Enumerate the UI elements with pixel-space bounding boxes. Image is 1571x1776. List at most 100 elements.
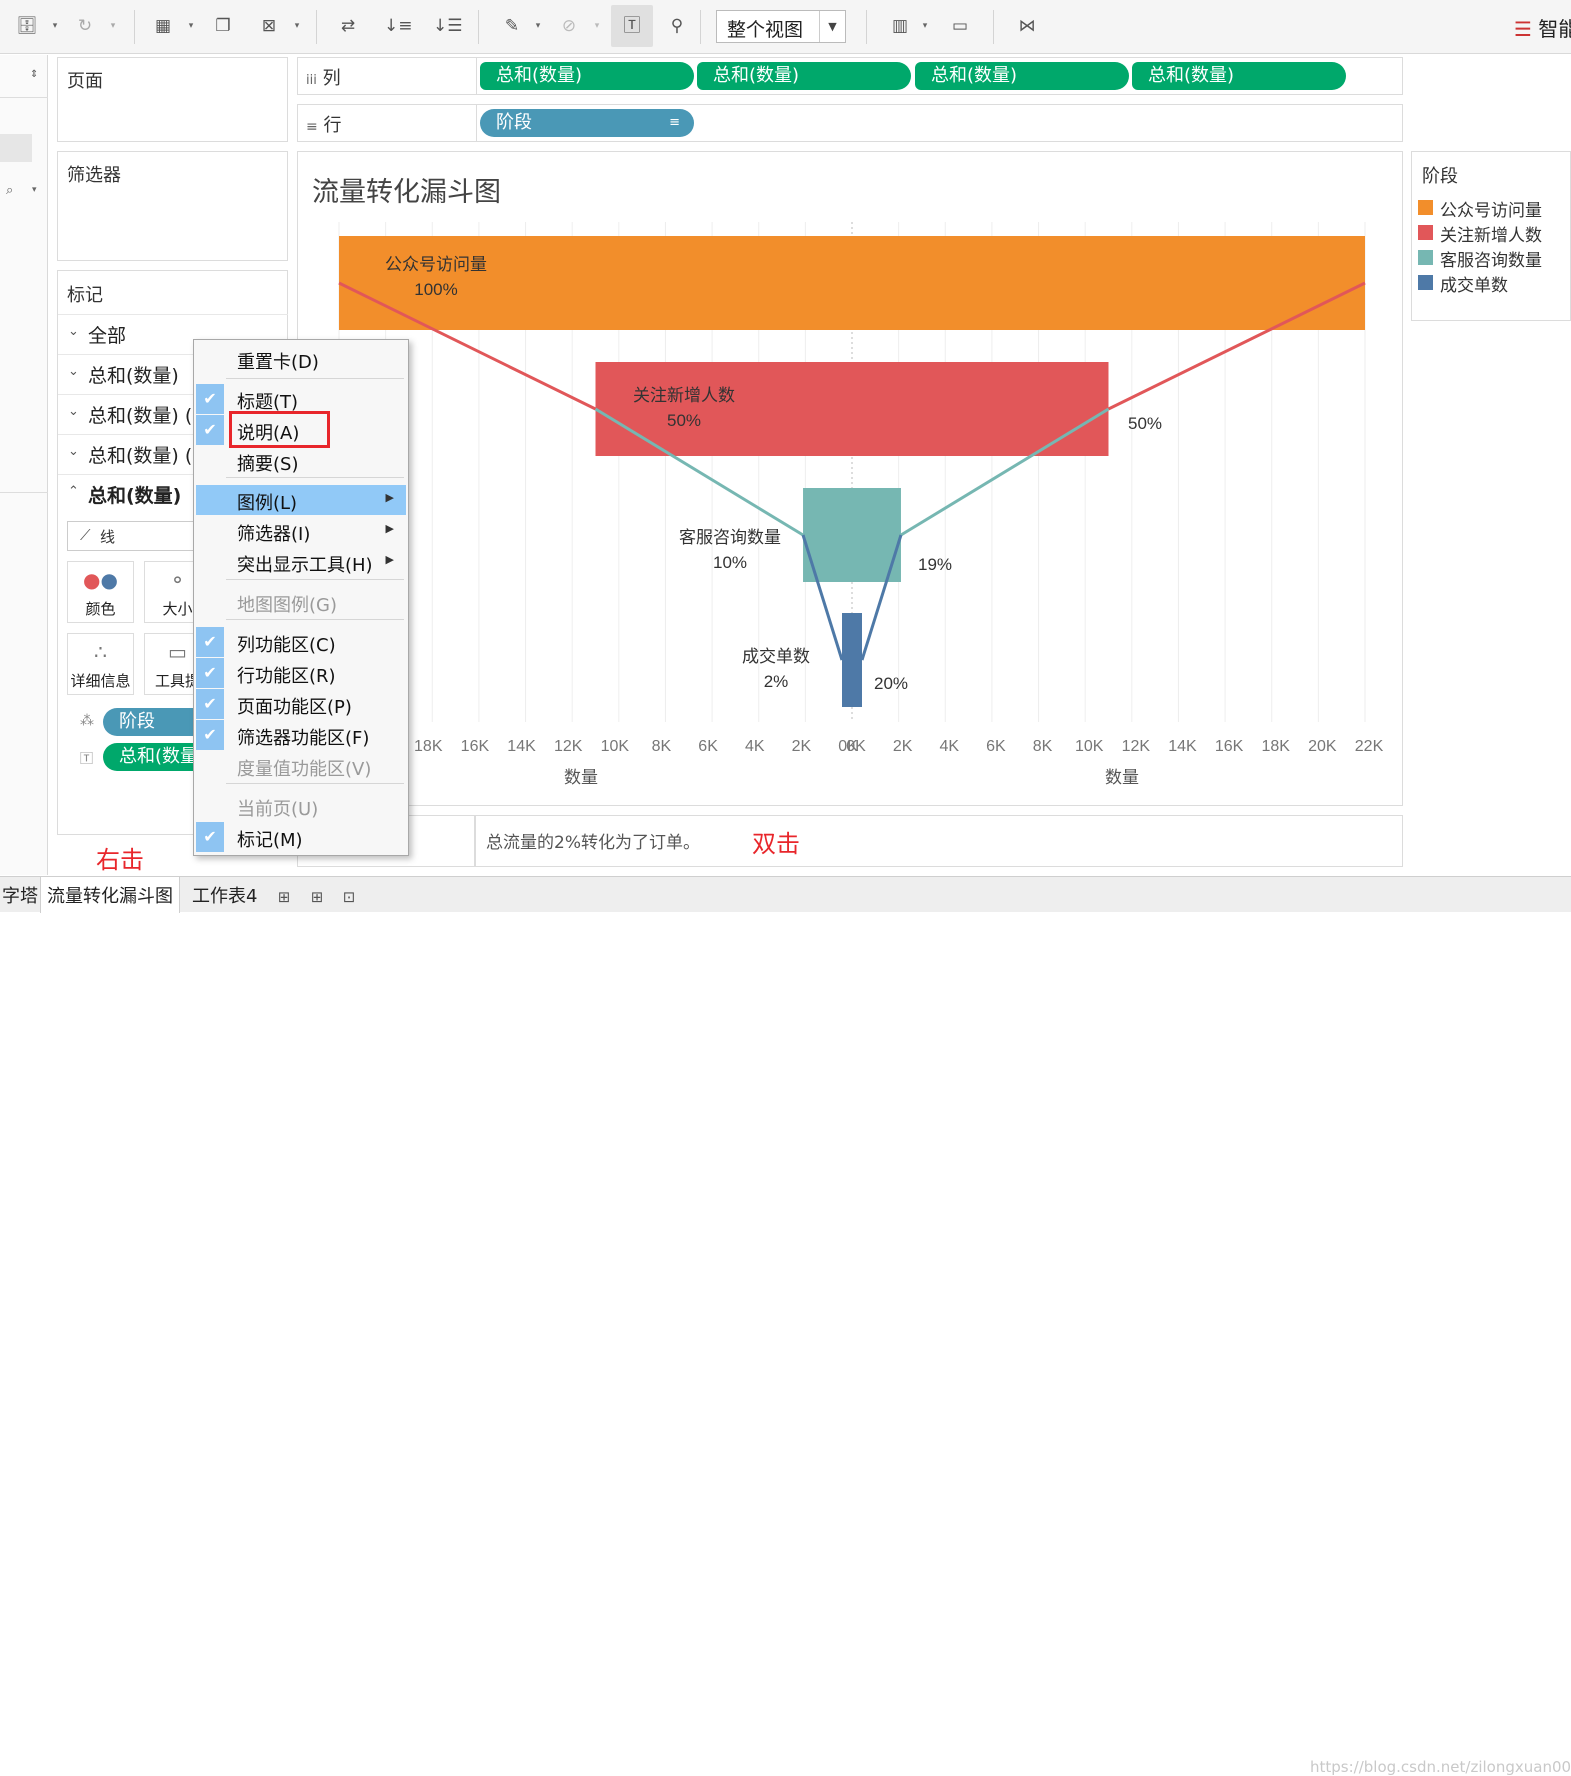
sheet-tab-active[interactable]: 流量转化漏斗图 <box>40 877 180 913</box>
toolbar: 🗄 ▾ ↻ ▾ ▦ ▾ ❐ ⊠ ▾ ⇄ ↓≡ ↓☰ ✎ ▾ ⊘ ▾ 🅃 ⚲ 整个… <box>0 0 1571 54</box>
context-menu-item: 度量值功能区(V) <box>196 751 406 781</box>
right-axis-tick: 22K <box>1355 738 1384 755</box>
sheet-tab[interactable]: 工作表4 <box>186 877 263 913</box>
share-icon[interactable]: ⋈ <box>1014 13 1040 39</box>
right-axis-tick: 6K <box>986 738 1006 755</box>
columns-pill[interactable]: 总和(数量) <box>697 62 911 90</box>
divider <box>476 105 477 141</box>
rows-shelf: ≡ 行 阶段 ≡ <box>297 104 1403 142</box>
context-menu-item[interactable]: ✔ 行功能区(R) <box>196 658 406 688</box>
context-menu-item[interactable]: 突出显示工具(H) ▶ <box>196 547 406 577</box>
context-menu-item[interactable]: 筛选器(I) ▶ <box>196 516 406 546</box>
presentation-icon[interactable]: ▭ <box>947 13 973 39</box>
rows-label: 行 <box>323 115 342 136</box>
new-worksheet-icon[interactable]: ▦ <box>150 13 176 39</box>
caption-card[interactable]: 总流量的2%转化为了订单。 <box>475 815 1403 867</box>
search-icon[interactable]: ⌕ <box>6 183 13 198</box>
data-source-item[interactable] <box>0 134 32 162</box>
funnel-chart: 公众号访问量 100% 关注新增人数 50% 客服咨询数量 10% 成交单数 2% 50% 19%… <box>338 222 1384 788</box>
columns-pill[interactable]: 总和(数量) <box>915 62 1129 90</box>
duplicate-icon[interactable]: ❐ <box>210 13 236 39</box>
checkmark-icon: ✔ <box>196 720 224 750</box>
datasource-icon[interactable]: 🗄 <box>14 13 40 39</box>
context-menu-item[interactable]: ✔ 页面功能区(P) <box>196 689 406 719</box>
sort-desc-icon[interactable]: ↓☰ <box>433 13 462 39</box>
smart-label: 智能 <box>1538 17 1571 41</box>
submenu-arrow-icon: ▶ <box>385 491 394 504</box>
right-axis-tick: 0K <box>846 738 866 755</box>
context-menu-item[interactable]: ✔ 标记(M) <box>196 822 406 852</box>
legend-label: 公众号访问量 <box>1440 201 1542 221</box>
menu-item-label: 页面功能区(P) <box>237 697 352 718</box>
sort-asc-icon[interactable]: ↓≡ <box>384 13 413 39</box>
label-icon[interactable]: 🅃 <box>611 5 653 47</box>
new-worksheet-caret-icon[interactable]: ▾ <box>186 13 196 39</box>
mark-type-dropdown[interactable]: ⟋ 线 <box>67 521 207 551</box>
detail-button[interactable]: ∴ 详细信息 <box>67 633 134 695</box>
submenu-arrow-icon: ▶ <box>385 553 394 566</box>
rows-pill[interactable]: 阶段 ≡ <box>480 109 694 137</box>
clear-sheet-caret-icon[interactable]: ▾ <box>292 13 302 39</box>
context-menu-item[interactable]: ✔ 列功能区(C) <box>196 627 406 657</box>
pages-card[interactable]: 页面 <box>57 57 288 142</box>
left-axis-tick: 12K <box>554 738 583 755</box>
columns-pill[interactable]: 总和(数量) <box>480 62 694 90</box>
menu-item-label: 摘要(S) <box>237 454 299 475</box>
label-field-icon: 🅃 <box>80 752 94 767</box>
context-menu-item[interactable]: ✔ 标题(T) <box>196 384 406 414</box>
refresh-caret-icon[interactable]: ▾ <box>108 13 118 39</box>
columns-pill[interactable]: 总和(数量) <box>1132 62 1346 90</box>
new-story-icon[interactable]: ⊡ <box>337 885 361 909</box>
menu-item-label: 行功能区(R) <box>237 666 336 687</box>
highlight-caret-icon[interactable]: ▾ <box>533 13 543 39</box>
check-placeholder <box>196 344 224 374</box>
show-me-icon[interactable]: ▥ <box>887 13 913 39</box>
chevron-up-icon: ⌃ <box>68 484 79 499</box>
check-placeholder <box>196 516 224 546</box>
new-dashboard-icon[interactable]: ⊞ <box>305 885 329 909</box>
filters-card[interactable]: 筛选器 <box>57 151 288 261</box>
pill-label: 总和(数量) <box>931 65 1018 86</box>
context-menu-item[interactable]: 摘要(S) <box>196 446 406 476</box>
left-axis-tick: 10K <box>601 738 630 755</box>
toolbar-separator <box>134 10 135 44</box>
menu-item-label: 筛选器(I) <box>237 524 311 545</box>
view-size-dropdown[interactable]: 整个视图 ▼ <box>716 10 846 43</box>
stage-pct-previous: 20% <box>874 674 908 693</box>
legend-label: 客服咨询数量 <box>1440 251 1542 271</box>
right-axis-tick: 2K <box>893 738 913 755</box>
right-axis-tick: 12K <box>1122 738 1151 755</box>
legend-swatch <box>1418 200 1433 215</box>
smart-recommendations-button[interactable]: ☰ 智能 <box>1514 13 1571 42</box>
left-axis-tick: 18K <box>414 738 443 755</box>
marks-row-label: 总和(数量) ( <box>88 445 193 467</box>
collapse-icon[interactable]: ⇕ <box>30 69 38 80</box>
pin-icon[interactable]: ⚲ <box>664 13 690 39</box>
show-me-caret-icon[interactable]: ▾ <box>920 13 930 39</box>
toolbar-separator <box>316 10 317 44</box>
context-menu-item[interactable]: 重置卡(D) <box>196 344 406 374</box>
group-caret-icon[interactable]: ▾ <box>592 13 602 39</box>
clear-sheet-icon[interactable]: ⊠ <box>256 13 282 39</box>
highlight-icon[interactable]: ✎ <box>499 13 525 39</box>
datasource-caret-icon[interactable]: ▾ <box>50 13 60 39</box>
refresh-icon[interactable]: ↻ <box>72 13 98 39</box>
context-menu-item[interactable]: ✔ 筛选器功能区(F) <box>196 720 406 750</box>
legend-swatch <box>1418 250 1433 265</box>
rows-icon: ≡ <box>306 119 318 135</box>
chevron-down-icon[interactable]: ▾ <box>32 185 37 195</box>
funnel-bar <box>595 362 1109 456</box>
columns-icon: iii <box>306 73 317 88</box>
color-button[interactable]: ●● 颜色 <box>67 561 134 623</box>
context-menu-item[interactable]: 图例(L) ▶ <box>196 485 406 515</box>
group-icon[interactable]: ⊘ <box>556 13 582 39</box>
tab-label: 流量转化漏斗图 <box>47 886 173 907</box>
color-icon: ●● <box>83 568 118 592</box>
swap-icon[interactable]: ⇄ <box>335 13 361 39</box>
check-placeholder <box>196 485 224 515</box>
marks-row-label: 全部 <box>88 325 127 347</box>
sheet-tab[interactable]: 字塔 <box>0 877 44 913</box>
right-axis-tick: 16K <box>1215 738 1244 755</box>
new-worksheet-icon[interactable]: ⊞ <box>272 885 296 909</box>
chevron-down-icon: ⌄ <box>68 364 79 379</box>
